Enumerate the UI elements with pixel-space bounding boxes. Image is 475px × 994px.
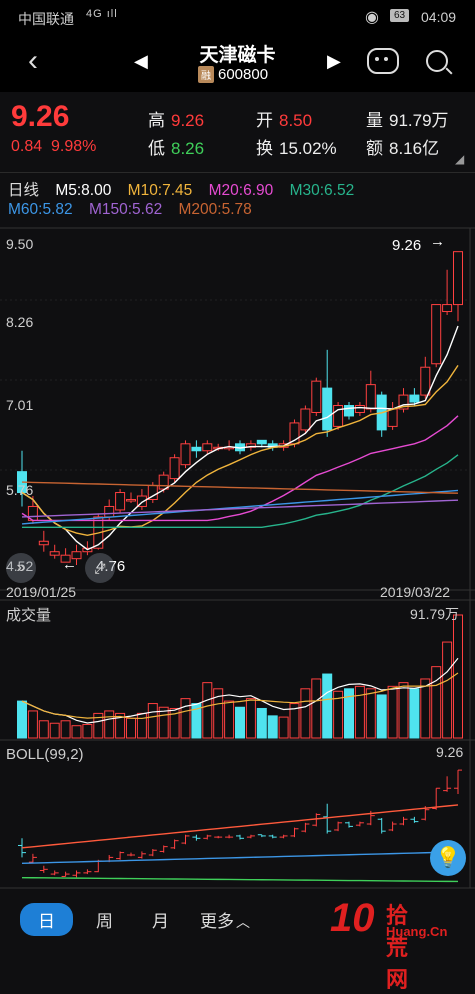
- volume-bar: [126, 717, 136, 739]
- tab-more-label: 更多: [200, 912, 234, 931]
- watermark-url: Huang.Cn: [386, 924, 448, 939]
- candle-body: [365, 384, 376, 410]
- candle-body: [38, 540, 49, 546]
- volume-bar: [17, 700, 27, 739]
- volume-panel-label: 成交量: [6, 607, 52, 624]
- high-marker-label: 9.26: [392, 237, 422, 254]
- boll-marker-label: 9.26: [436, 744, 464, 760]
- ma-lines: [21, 325, 459, 551]
- volume-bar: [442, 641, 453, 739]
- volume-bar: [60, 720, 71, 739]
- candle-body: [322, 387, 333, 431]
- volume-bar: [224, 700, 235, 739]
- volume-bar: [147, 703, 158, 739]
- watermark-number: 10: [330, 896, 375, 940]
- candle-body: [300, 408, 311, 431]
- low-marker-arrow-icon: ←: [62, 556, 77, 573]
- candle-body: [169, 457, 180, 480]
- candle-body: [387, 408, 398, 427]
- volume-bar: [387, 685, 398, 739]
- candle-body: [311, 380, 322, 413]
- tab-week[interactable]: 周: [96, 907, 113, 932]
- candle-body: [256, 439, 267, 445]
- candle-body: [126, 499, 136, 502]
- volume-bar: [311, 678, 322, 739]
- volume-bar: [354, 685, 365, 739]
- tab-more[interactable]: 更多 ︿: [200, 907, 250, 932]
- m60-line: [21, 489, 459, 525]
- date-end: 2019/03/22: [380, 584, 451, 600]
- volume-bar: [71, 725, 82, 739]
- volume-bar: [38, 720, 49, 739]
- candle-body: [115, 492, 126, 511]
- volume-bar: [104, 710, 115, 739]
- volume-bar: [235, 706, 245, 739]
- volume-bar: [136, 712, 147, 739]
- watermark-cn: 拾荒网: [386, 903, 409, 992]
- boll-lower-line: [21, 876, 459, 883]
- m5-line: [21, 325, 459, 551]
- volume-bar: [365, 688, 376, 739]
- volume-bar: [398, 682, 409, 739]
- date-start: 2019/01/25: [6, 584, 77, 600]
- volume-bar: [409, 688, 420, 739]
- volume-bar: [300, 688, 311, 739]
- volume-bar: [453, 614, 463, 739]
- volume-bar: [278, 716, 289, 739]
- volume-bar: [322, 673, 333, 739]
- volume-bar: [49, 722, 60, 739]
- y-label-mid2: 7.01: [6, 397, 34, 413]
- candle-body: [104, 505, 115, 518]
- scroll-left-icon[interactable]: »: [6, 553, 36, 583]
- volume-bar: [420, 678, 431, 739]
- candle-body: [49, 551, 60, 556]
- candle-body: [442, 304, 453, 313]
- candle-body: [191, 446, 202, 452]
- volume-bar: [202, 682, 213, 739]
- volume-bar: [256, 707, 267, 739]
- candle-body: [420, 366, 431, 396]
- lightbulb-icon[interactable]: 💡: [430, 840, 466, 876]
- boll-series: [18, 769, 462, 883]
- boll-mid-line: [21, 851, 459, 865]
- candle-body: [180, 443, 191, 466]
- boll-panel-label[interactable]: BOLL(99,2): [6, 746, 84, 763]
- volume-bar: [82, 723, 93, 739]
- candle-body: [354, 405, 365, 413]
- volume-bar: [376, 694, 387, 739]
- candle-body: [202, 443, 213, 452]
- candle-body: [431, 304, 442, 365]
- volume-bar: [180, 698, 191, 739]
- expand-chart-icon[interactable]: ⤢: [85, 553, 115, 583]
- candle-body: [409, 394, 420, 403]
- volume-bars: [17, 614, 463, 739]
- tab-day[interactable]: 日: [20, 903, 73, 936]
- volume-max-label: 91.79万: [410, 606, 460, 622]
- m200-line: [21, 481, 459, 494]
- candle-body: [344, 405, 354, 417]
- candle-body: [453, 251, 463, 306]
- high-marker-arrow-icon: →: [430, 233, 445, 250]
- volume-bar: [27, 710, 38, 739]
- y-label-mid1: 8.26: [6, 314, 34, 330]
- m20-line: [21, 415, 459, 522]
- volume-bar: [245, 698, 256, 739]
- y-label-top: 9.50: [6, 236, 34, 252]
- volume-bar: [267, 715, 278, 739]
- y-label-low: 5.76: [6, 482, 34, 498]
- chevron-up-icon: ︿: [236, 914, 250, 930]
- tab-month[interactable]: 月: [152, 907, 169, 932]
